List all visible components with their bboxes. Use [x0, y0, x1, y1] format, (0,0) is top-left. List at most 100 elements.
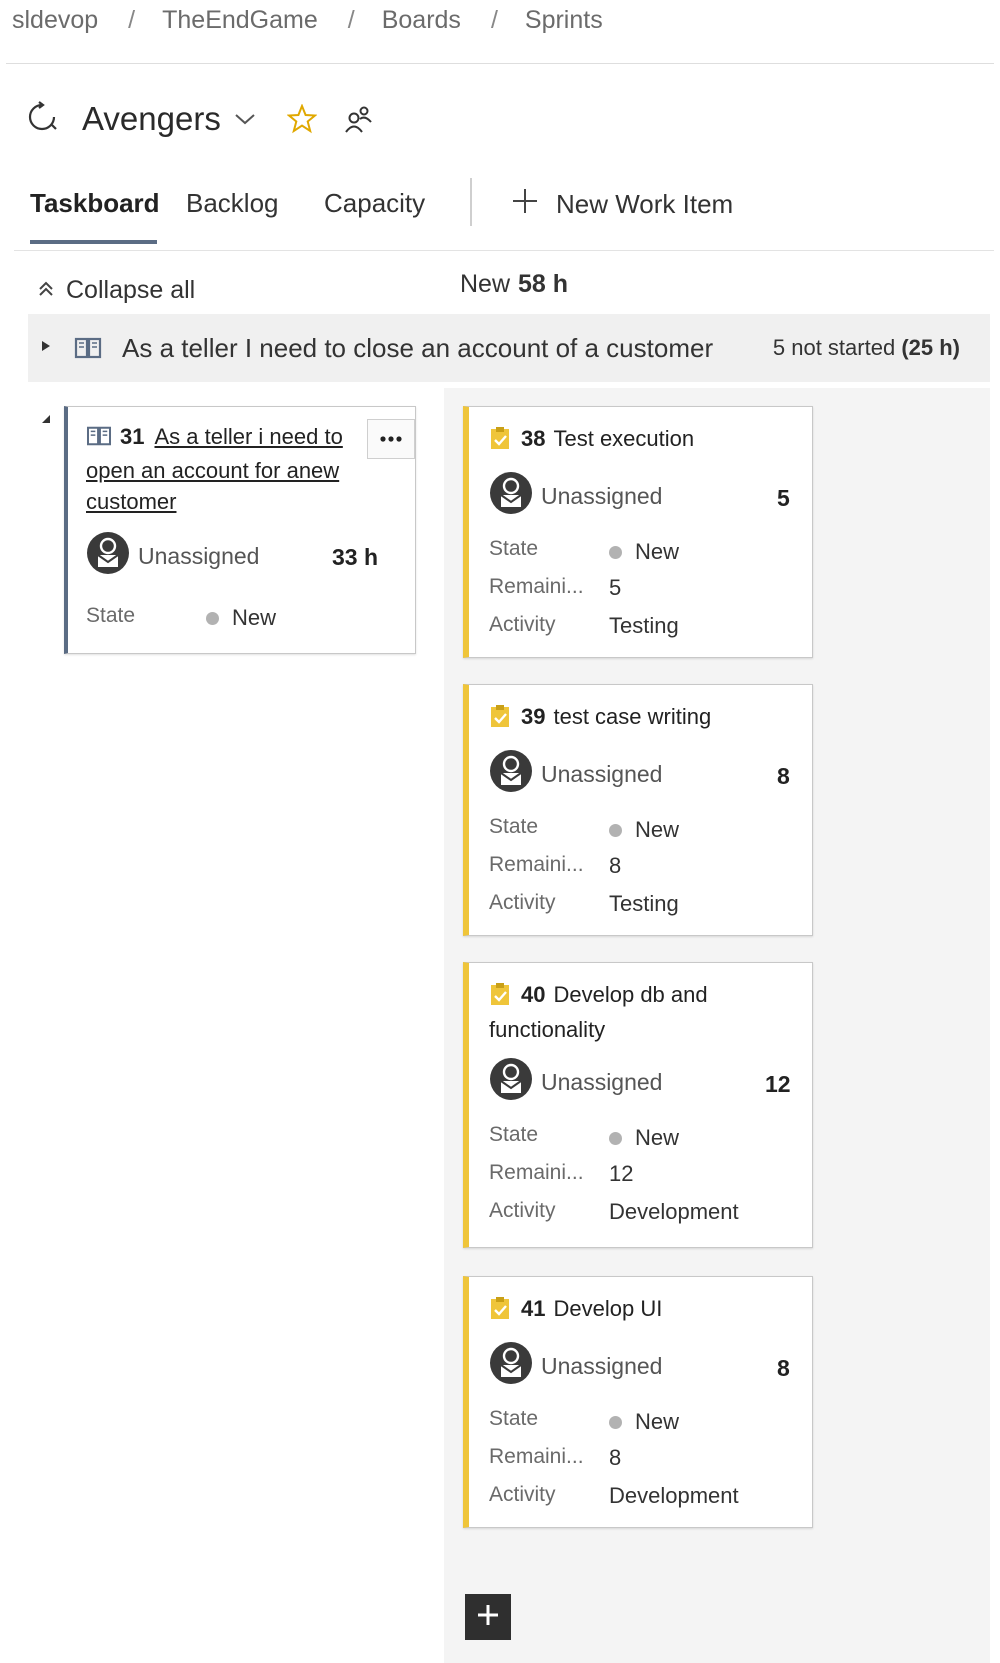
task-id: 41 [521, 1296, 546, 1321]
breadcrumb-sprints[interactable]: Sprints [525, 6, 603, 35]
task-id: 38 [521, 426, 546, 451]
new-work-item-button[interactable]: New Work Item [510, 186, 733, 223]
task-clipboard-icon [489, 982, 511, 1014]
column-hours: 58 h [518, 270, 569, 298]
state-dot [609, 1415, 622, 1429]
task-state[interactable]: New [609, 1409, 679, 1435]
tab-backlog[interactable]: Backlog [186, 188, 279, 219]
task-title: 39 test case writing [489, 701, 789, 736]
task-title-text[interactable]: Develop UI [553, 1296, 662, 1321]
state-dot [609, 545, 622, 559]
chevron-down-icon[interactable] [233, 111, 257, 127]
task-assignee-label: Unassigned [541, 760, 663, 787]
task-title-text[interactable]: test case writing [553, 704, 711, 729]
task-card[interactable]: 38 Test execution Unassigned 5 State New … [463, 406, 813, 658]
breadcrumb-divider [6, 63, 994, 64]
task-state-label: State [489, 1407, 539, 1430]
task-state[interactable]: New [609, 539, 679, 565]
book-icon [74, 336, 102, 360]
people-icon[interactable] [343, 104, 373, 134]
breadcrumb-boards[interactable]: Boards [382, 6, 461, 35]
task-assignee-label: Unassigned [541, 1352, 663, 1379]
task-hours: 8 [777, 763, 790, 789]
task-state-label: State [489, 537, 539, 560]
task-state-value: New [635, 1409, 680, 1434]
sprint-icon [26, 100, 58, 138]
breadcrumb-separator: / [490, 5, 498, 34]
task-assignee[interactable]: Unassigned [489, 1341, 662, 1391]
task-clipboard-icon [489, 704, 511, 736]
task-state[interactable]: New [609, 817, 679, 843]
task-assignee[interactable]: Unassigned [489, 1057, 662, 1107]
task-remaining-value[interactable]: 12 [609, 1161, 633, 1187]
state-dot [609, 823, 622, 837]
story-title[interactable]: As a teller I need to close an account o… [122, 333, 713, 364]
task-assignee[interactable]: Unassigned [489, 471, 662, 521]
task-remaining-label: Remaini... [489, 575, 584, 598]
state-dot [206, 611, 219, 625]
task-activity-label: Activity [489, 891, 556, 914]
task-activity-value[interactable]: Testing [609, 613, 679, 639]
state-dot [609, 1131, 622, 1145]
tab-taskboard[interactable]: Taskboard [30, 188, 160, 219]
story-hours: (25 h) [901, 335, 960, 360]
task-hours: 8 [777, 1355, 790, 1381]
breadcrumb-project[interactable]: TheEndGame [162, 6, 318, 35]
pbi-state[interactable]: New [206, 605, 276, 631]
task-state-label: State [489, 815, 539, 838]
task-id: 40 [521, 982, 546, 1007]
task-id: 39 [521, 704, 546, 729]
expand-triangle-icon[interactable] [40, 339, 52, 358]
collapse-all-button[interactable]: Collapse all [38, 276, 195, 305]
star-icon[interactable] [286, 104, 317, 134]
team-name[interactable]: Avengers [82, 100, 221, 138]
task-activity-value[interactable]: Development [609, 1483, 739, 1509]
collapse-all-label: Collapse all [66, 276, 196, 304]
story-summary: 5 not started (25 h) [773, 335, 960, 361]
pbi-assignee[interactable]: Unassigned [86, 531, 259, 581]
pbi-card[interactable]: 31 As a teller i need to open an account … [64, 406, 416, 654]
task-remaining-value[interactable]: 8 [609, 853, 621, 879]
more-button[interactable] [367, 419, 415, 459]
add-task-button[interactable] [465, 1594, 511, 1640]
add-icon [475, 1602, 501, 1633]
breadcrumb-separator: / [128, 5, 136, 34]
task-activity-value[interactable]: Development [609, 1199, 739, 1225]
pbi-state-value: New [232, 605, 277, 630]
book-icon [86, 424, 112, 455]
task-title: 38 Test execution [489, 423, 789, 458]
column-header-new: New 58 h [460, 270, 568, 299]
team-header: Avengers [26, 96, 373, 142]
pbi-assignee-label: Unassigned [138, 542, 260, 569]
pbi-hours: 33 h [332, 544, 379, 570]
task-state-value: New [635, 539, 680, 564]
avatar-icon [489, 471, 533, 521]
task-hours: 5 [777, 485, 790, 511]
task-assignee[interactable]: Unassigned [489, 749, 662, 799]
task-remaining-value[interactable]: 8 [609, 1445, 621, 1471]
task-remaining-label: Remaini... [489, 1445, 584, 1468]
task-hours: 12 [765, 1071, 791, 1097]
task-remaining-label: Remaini... [489, 1161, 584, 1184]
tab-capacity[interactable]: Capacity [324, 188, 425, 219]
task-activity-value[interactable]: Testing [609, 891, 679, 917]
task-card[interactable]: 40 Develop db and functionality Unassigne… [463, 962, 813, 1248]
task-clipboard-icon [489, 426, 511, 458]
task-clipboard-icon [489, 1296, 511, 1328]
collapse-triangle-icon[interactable] [38, 412, 52, 430]
story-row[interactable]: As a teller I need to close an account o… [28, 314, 990, 382]
task-activity-label: Activity [489, 1199, 556, 1222]
task-state[interactable]: New [609, 1125, 679, 1151]
task-card[interactable]: 39 test case writing Unassigned 8 State N… [463, 684, 813, 936]
collapse-icon [38, 276, 54, 305]
task-title-text[interactable]: Test execution [553, 426, 694, 451]
task-card[interactable]: 41 Develop UI Unassigned 8 State New Rema… [463, 1276, 813, 1528]
task-title: 40 Develop db and functionality [489, 979, 789, 1045]
avatar-icon [86, 531, 130, 581]
tabs-divider [14, 250, 994, 251]
breadcrumb-org[interactable]: sldevop [12, 6, 98, 35]
task-assignee-label: Unassigned [541, 482, 663, 509]
task-activity-label: Activity [489, 613, 556, 636]
plus-icon [510, 186, 540, 223]
task-remaining-value[interactable]: 5 [609, 575, 621, 601]
